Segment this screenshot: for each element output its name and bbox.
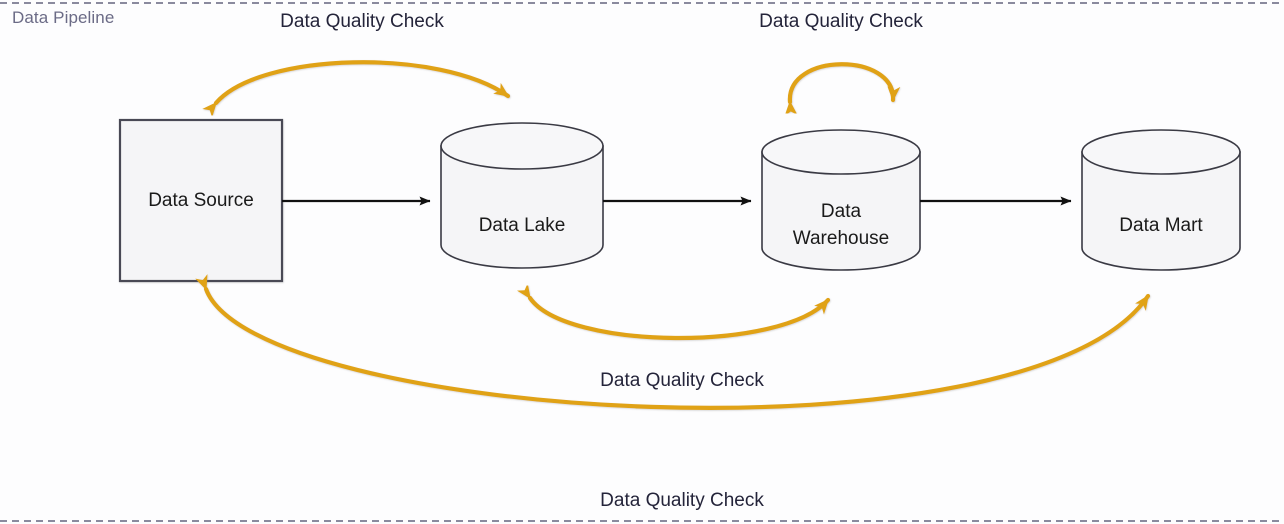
data-pipeline-diagram: Data Source Data Lake Data Warehouse Dat…	[0, 2, 1284, 522]
node-data-warehouse[interactable]: Data Warehouse	[761, 129, 921, 271]
data-source-label: Data Source	[148, 190, 254, 211]
data-lake-top	[440, 122, 604, 170]
edge-quality-source-lake: Data Quality Check	[202, 11, 511, 118]
edge-quality-source-mart: Data Quality Check	[195, 274, 1151, 511]
edge-quality-lake-warehouse-label: Data Quality Check	[600, 370, 764, 391]
node-data-mart[interactable]: Data Mart	[1081, 129, 1241, 271]
edge-quality-source-lake-label: Data Quality Check	[280, 11, 444, 32]
node-data-source[interactable]: Data Source	[118, 118, 284, 283]
edge-quality-warehouse-self-arc	[784, 62, 901, 116]
node-data-lake[interactable]: Data Lake	[440, 122, 604, 269]
data-warehouse-label-line-2: Warehouse	[793, 228, 889, 249]
edge-quality-source-lake-arc	[202, 60, 511, 118]
diagram-canvas: Data Pipeline Data Source Data Lake Data…	[0, 0, 1284, 524]
data-warehouse-label-line-1: Data	[821, 201, 862, 222]
data-lake-label: Data Lake	[479, 215, 566, 236]
edge-quality-lake-warehouse-arc	[516, 283, 831, 341]
edge-quality-warehouse-self-label: Data Quality Check	[759, 11, 923, 32]
edge-quality-source-mart-label: Data Quality Check	[600, 490, 764, 511]
data-mart-label: Data Mart	[1119, 215, 1203, 236]
data-mart-top	[1081, 129, 1241, 175]
edge-quality-warehouse-self: Data Quality Check	[759, 11, 923, 116]
edge-quality-lake-warehouse: Data Quality Check	[516, 283, 831, 391]
data-warehouse-top	[761, 129, 921, 175]
